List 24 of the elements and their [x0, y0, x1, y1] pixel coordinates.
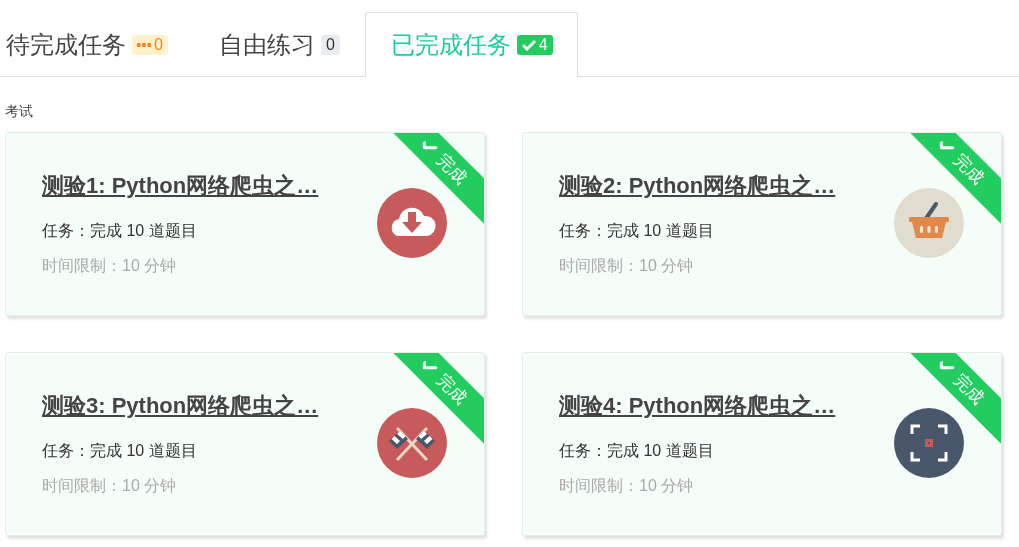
count-badge: 0: [320, 35, 340, 55]
tab[interactable]: 待完成任务 0: [0, 12, 193, 77]
section-heading: 考试: [5, 103, 34, 121]
task-text: 任务：完成 10 道题目: [42, 221, 198, 241]
basket-icon: [894, 188, 964, 258]
count-badge: 4: [516, 35, 553, 55]
focus-frame-icon: [894, 408, 964, 478]
time-limit-text: 时间限制：10 分钟: [42, 256, 178, 276]
time-limit-text: 时间限制：10 分钟: [559, 476, 695, 496]
task-text: 任务：完成 10 道题目: [42, 441, 198, 461]
count-badge: 0: [132, 35, 168, 55]
cloud-download-icon: [377, 188, 447, 258]
task-text: 任务：完成 10 道题目: [559, 441, 715, 461]
task-title-link[interactable]: 测验1: Python网络爬虫之…: [42, 171, 319, 201]
task-text: 任务：完成 10 道题目: [559, 221, 715, 241]
check-icon: [521, 39, 536, 51]
tab[interactable]: 自由练习 0: [192, 12, 365, 77]
task-title-link[interactable]: 测验3: Python网络爬虫之…: [42, 391, 319, 421]
time-limit-text: 时间限制：10 分钟: [42, 476, 178, 496]
time-limit-text: 时间限制：10 分钟: [559, 256, 695, 276]
ellipsis-icon: [137, 43, 151, 47]
crossed-flags-icon: [377, 408, 447, 478]
task-title-link[interactable]: 测验2: Python网络爬虫之…: [559, 171, 836, 201]
task-title-link[interactable]: 测验4: Python网络爬虫之…: [559, 391, 836, 421]
